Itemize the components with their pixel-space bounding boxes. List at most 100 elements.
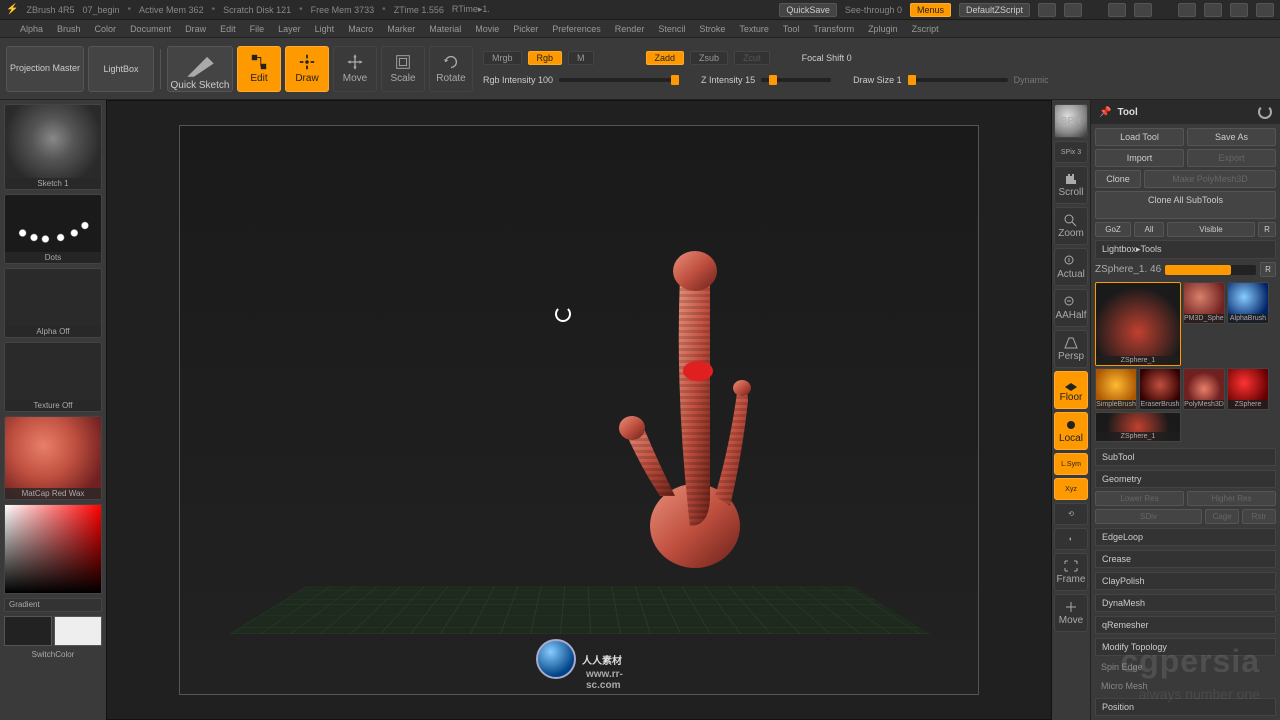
lightbox-button[interactable]: LightBox	[88, 46, 154, 92]
solo-button[interactable]: ◐	[1054, 528, 1088, 550]
goz-all-button[interactable]: All	[1134, 222, 1164, 237]
make-polymesh-button[interactable]: Make PolyMesh3D	[1144, 170, 1276, 188]
modify-topology-section[interactable]: Modify Topology	[1095, 638, 1276, 656]
menu-material[interactable]: Material	[429, 24, 461, 34]
tool-alphabrush[interactable]: AlphaBrush	[1227, 282, 1269, 324]
menu-zplugin[interactable]: Zplugin	[868, 24, 898, 34]
goz-r-button[interactable]: R	[1258, 222, 1276, 237]
menu-preferences[interactable]: Preferences	[552, 24, 601, 34]
seethrough[interactable]: See-through 0	[845, 5, 902, 15]
menu-light[interactable]: Light	[315, 24, 335, 34]
viewport[interactable]: 人人素材 www.rr-sc.com	[106, 100, 1052, 720]
transp-button[interactable]: ⟲	[1054, 503, 1088, 525]
menu-alpha[interactable]: Alpha	[20, 24, 43, 34]
persp-button[interactable]: Persp	[1054, 330, 1088, 368]
goz-visible-button[interactable]: Visible	[1167, 222, 1255, 237]
quicksave-button[interactable]: QuickSave	[779, 3, 837, 17]
dynamic-label[interactable]: Dynamic	[1014, 75, 1049, 85]
material-swatch[interactable]: MatCap Red Wax	[4, 416, 102, 500]
draw-size-slider[interactable]	[908, 78, 1008, 82]
edit-tool[interactable]: Edit	[237, 46, 281, 92]
rgb-mode[interactable]: Rgb	[528, 51, 563, 65]
move-tool[interactable]: Move	[333, 46, 377, 92]
menu-movie[interactable]: Movie	[475, 24, 499, 34]
menu-render[interactable]: Render	[615, 24, 645, 34]
zsphere-model[interactable]	[590, 216, 770, 576]
tool-zsphere[interactable]: ZSphere	[1227, 368, 1269, 410]
layout-icon-2[interactable]	[1064, 3, 1082, 17]
export-button[interactable]: Export	[1187, 149, 1276, 167]
xyz-button[interactable]: Xyz	[1054, 478, 1088, 500]
switch-color[interactable]	[4, 616, 102, 646]
menu-marker[interactable]: Marker	[387, 24, 415, 34]
quick-sketch-button[interactable]: Quick Sketch	[167, 46, 233, 92]
reload-icon[interactable]	[1258, 105, 1272, 119]
stroke-swatch[interactable]: Dots	[4, 194, 102, 264]
rgb-intensity-slider[interactable]	[559, 78, 679, 82]
layout-icon-1[interactable]	[1038, 3, 1056, 17]
z-intensity-slider[interactable]	[761, 78, 831, 82]
local-button[interactable]: Local	[1054, 412, 1088, 450]
menu-brush[interactable]: Brush	[57, 24, 81, 34]
menu-document[interactable]: Document	[130, 24, 171, 34]
scale-tool[interactable]: Scale	[381, 46, 425, 92]
menu-zscript[interactable]: Zscript	[912, 24, 939, 34]
tool-simplebrush[interactable]: SimpleBrush	[1095, 368, 1137, 410]
default-zscript[interactable]: DefaultZScript	[959, 3, 1030, 17]
menus-toggle[interactable]: Menus	[910, 3, 951, 17]
frame-button[interactable]: Frame	[1054, 553, 1088, 591]
lightbox-tools-link[interactable]: Lightbox▸Tools	[1095, 240, 1276, 259]
menu-transform[interactable]: Transform	[813, 24, 854, 34]
move-view-button[interactable]: Move	[1054, 594, 1088, 632]
dock-left-icon[interactable]	[1108, 3, 1126, 17]
dynamesh-section[interactable]: DynaMesh	[1095, 594, 1276, 612]
cage-button[interactable]: Cage	[1205, 509, 1239, 524]
qremesher-section[interactable]: qRemesher	[1095, 616, 1276, 634]
sdiv-slider[interactable]: SDiv	[1095, 509, 1202, 524]
spix-button[interactable]: SPix 3	[1054, 141, 1088, 163]
tool-polymesh3d[interactable]: PolyMesh3D	[1183, 368, 1225, 410]
claypolish-section[interactable]: ClayPolish	[1095, 572, 1276, 590]
clone-button[interactable]: Clone	[1095, 170, 1141, 188]
render-thumb[interactable]: BPR	[1054, 104, 1088, 138]
menu-picker[interactable]: Picker	[513, 24, 538, 34]
clone-all-button[interactable]: Clone All SubTools	[1095, 191, 1276, 219]
rotate-tool[interactable]: Rotate	[429, 46, 473, 92]
maximize-icon[interactable]	[1230, 3, 1248, 17]
zcut-mode[interactable]: Zcut	[734, 51, 770, 65]
floor-button[interactable]: Floor	[1054, 371, 1088, 409]
menu-draw[interactable]: Draw	[185, 24, 206, 34]
actual-button[interactable]: Actual	[1054, 248, 1088, 286]
edgeloop-section[interactable]: EdgeLoop	[1095, 528, 1276, 546]
lsym-button[interactable]: L.Sym	[1054, 453, 1088, 475]
subtool-section[interactable]: SubTool	[1095, 448, 1276, 466]
aahalf-button[interactable]: AAHalf	[1054, 289, 1088, 327]
spin-edge-item[interactable]: Spin Edge	[1095, 659, 1276, 675]
menu-stencil[interactable]: Stencil	[658, 24, 685, 34]
menu-edit[interactable]: Edit	[220, 24, 236, 34]
zsub-mode[interactable]: Zsub	[690, 51, 728, 65]
draw-tool[interactable]: Draw	[285, 46, 329, 92]
menu-macro[interactable]: Macro	[348, 24, 373, 34]
micro-mesh-item[interactable]: Micro Mesh	[1095, 678, 1276, 694]
m-mode[interactable]: M	[568, 51, 594, 65]
tool-zsphere-1b[interactable]: ZSphere_1	[1095, 412, 1181, 442]
mrgb-mode[interactable]: Mrgb	[483, 51, 522, 65]
brush-swatch[interactable]: Sketch 1	[4, 104, 102, 190]
zadd-mode[interactable]: Zadd	[646, 51, 685, 65]
position-section[interactable]: Position	[1095, 698, 1276, 716]
geometry-section[interactable]: Geometry	[1095, 470, 1276, 488]
tool-zsphere-1[interactable]: ZSphere_1	[1095, 282, 1181, 366]
scroll-button[interactable]: Scroll	[1054, 166, 1088, 204]
import-button[interactable]: Import	[1095, 149, 1184, 167]
menu-tool[interactable]: Tool	[783, 24, 800, 34]
lock-icon[interactable]	[1178, 3, 1196, 17]
tool-pm3d-sphere[interactable]: PM3D_Sphere3D_2	[1183, 282, 1225, 324]
tool-eraserbrush[interactable]: EraserBrush	[1139, 368, 1181, 410]
lower-res-button[interactable]: Lower Res	[1095, 491, 1184, 506]
zsphere-slider[interactable]	[1165, 265, 1256, 275]
zoom-button[interactable]: Zoom	[1054, 207, 1088, 245]
save-as-button[interactable]: Save As	[1187, 128, 1276, 146]
zsphere-r-button[interactable]: R	[1260, 262, 1276, 277]
goz-button[interactable]: GoZ	[1095, 222, 1131, 237]
